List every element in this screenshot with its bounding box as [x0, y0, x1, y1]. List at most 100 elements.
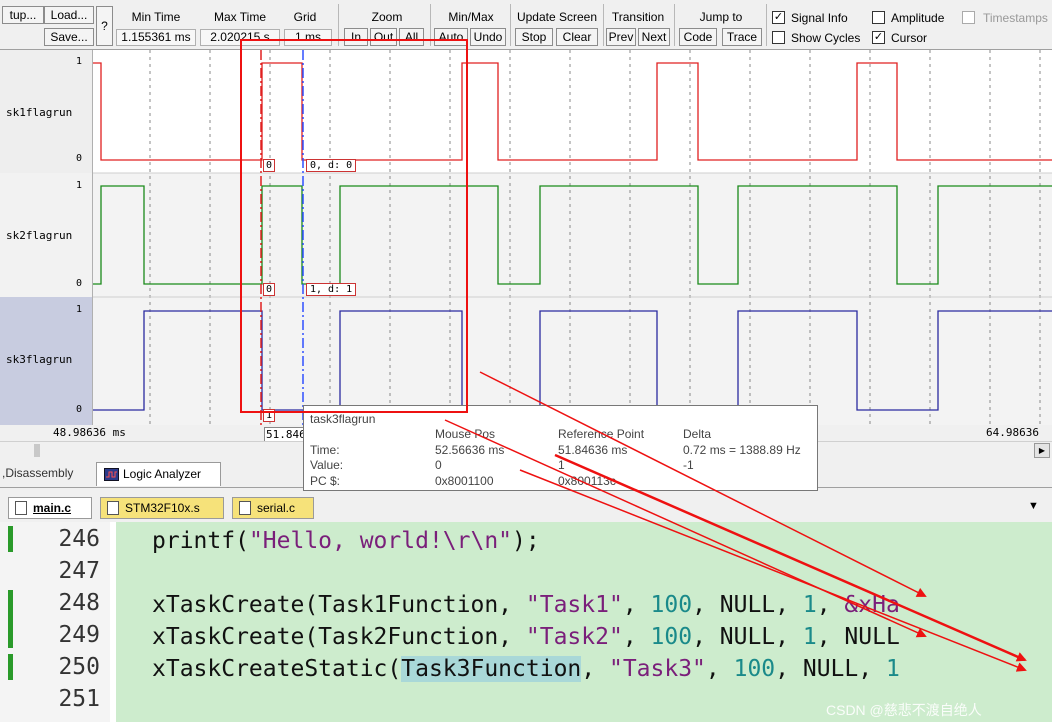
line-number: 250 [58, 654, 100, 680]
tab-dropdown-icon[interactable]: ▼ [1028, 500, 1039, 512]
min-time-label: Min Time [131, 10, 181, 24]
toolbar-separator [674, 4, 675, 46]
logic-analyzer-icon [104, 468, 119, 481]
tooltip-ref-time: 51.84636 ms [558, 443, 628, 457]
tab-logic-analyzer[interactable]: Logic Analyzer [96, 462, 221, 486]
toolbar-separator [430, 4, 431, 46]
level-high-label: 1 [76, 56, 83, 67]
highlighted-identifier: Task3Function [401, 656, 582, 682]
toolbar-separator [603, 4, 604, 46]
tab-label: Disassembly [5, 466, 74, 480]
tooltip-row-time: Time: [310, 443, 340, 457]
jump-to-label: Jump to [699, 10, 743, 24]
code-line: xTaskCreate(Task2Function, "Task2", 100,… [152, 624, 900, 650]
tooltip-row-pc: PC $: [310, 474, 341, 488]
change-marker [8, 654, 13, 680]
minmax-undo-button[interactable]: Undo [470, 28, 506, 46]
signal-waveform [93, 310, 1052, 411]
toolbar-separator [510, 4, 511, 46]
line-number: 249 [58, 622, 100, 648]
watermark: CSDN @慈悲不渡自绝人 [826, 702, 982, 718]
line-number: 247 [58, 558, 100, 584]
tab-disassembly[interactable]: ,Disassembly [2, 466, 73, 480]
zoom-all-button[interactable]: All [399, 28, 424, 46]
max-time-value: 2.020215 s [200, 29, 280, 46]
waveform-plot [93, 50, 1052, 425]
level-high-label: 1 [76, 180, 83, 191]
line-number: 251 [58, 686, 100, 712]
tooltip-title: task3flagrun [310, 412, 376, 426]
cursor-value-box: 0 [263, 159, 276, 172]
level-low-label: 0 [76, 278, 83, 289]
cursor-value-box: 0 [263, 283, 276, 296]
scrollbar-thumb[interactable] [34, 444, 40, 457]
time-left-label: 48.98636 ms [53, 426, 126, 439]
save-button[interactable]: Save... [44, 28, 94, 46]
tooltip-mouse-pc: 0x8001100 [435, 474, 494, 488]
file-tab-label: STM32F10x.s [125, 501, 200, 515]
update-stop-button[interactable]: Stop [515, 28, 553, 46]
file-icon [15, 501, 27, 515]
change-marker [8, 526, 13, 552]
time-cursor-label: 51.846 [264, 427, 308, 442]
file-tab-startup[interactable]: STM32F10x.s [100, 497, 224, 519]
waveform-panel[interactable]: sk1flagrun sk2flagrun sk3flagrun 1 0 1 0… [0, 50, 1052, 425]
tooltip-col-delta: Delta [683, 427, 712, 441]
load-button[interactable]: Load... [44, 6, 94, 24]
tooltip-ref-pc: 0x800113c [558, 474, 616, 488]
marker-value-box: 0, d: 0 [306, 159, 357, 172]
amplitude-checkbox[interactable] [872, 11, 885, 24]
tooltip-mouse-time: 52.56636 ms [435, 443, 505, 457]
zoom-in-button[interactable]: In [344, 28, 368, 46]
signal-waveform [93, 62, 1052, 161]
code-line: xTaskCreateStatic(Task3Function, "Task3"… [152, 656, 900, 682]
tooltip-mouse-value: 0 [435, 458, 442, 472]
transition-prev-button[interactable]: Prev [606, 28, 636, 46]
show-cycles-checkbox[interactable] [772, 31, 785, 44]
cursor-checkbox[interactable]: ✓ [872, 31, 885, 44]
marker-value-box: 1, d: 1 [306, 283, 357, 296]
cursor-value-box: 1 [263, 409, 276, 422]
minmax-auto-button[interactable]: Auto [434, 28, 468, 46]
code-line: xTaskCreate(Task1Function, "Task1", 100,… [152, 592, 900, 618]
tab-label: Logic Analyzer [123, 467, 202, 481]
code-line: printf("Hello, world!\r\n"); [152, 528, 540, 554]
tooltip-delta-time: 0.72 ms = 1388.89 Hz [683, 443, 801, 457]
file-tab-label: main.c [33, 501, 72, 515]
file-tab-main-c[interactable]: main.c [8, 497, 92, 519]
code-editor[interactable]: 246 247 248 249 250 251 printf("Hello, w… [0, 522, 1052, 728]
update-clear-button[interactable]: Clear [556, 28, 598, 46]
logic-analyzer-window: tup... Load... Save... ? Min Time 1.1553… [0, 0, 1052, 728]
transition-label: Transition [611, 10, 665, 24]
timestamps-checkbox[interactable] [962, 11, 975, 24]
file-tab-serial-c[interactable]: serial.c [232, 497, 314, 519]
change-marker [8, 590, 13, 648]
zoom-label: Zoom [371, 10, 403, 24]
editor-file-tabs: main.c STM32F10x.s serial.c ▼ [0, 492, 1052, 522]
help-button[interactable]: ? [96, 6, 113, 46]
file-tab-label: serial.c [257, 501, 296, 515]
jump-code-button[interactable]: Code [679, 28, 717, 46]
grid-label: Grid [293, 10, 317, 24]
signal-waveform [93, 185, 1052, 285]
tooltip-row-value: Value: [310, 458, 344, 472]
minmax-label: Min/Max [448, 10, 494, 24]
scroll-right-icon[interactable]: ▶ [1034, 443, 1050, 458]
level-low-label: 0 [76, 153, 83, 164]
line-number: 246 [58, 526, 100, 552]
line-number: 248 [58, 590, 100, 616]
signal-info-checkbox[interactable]: ✓ [772, 11, 785, 24]
tooltip-ref-value: 1 [558, 458, 565, 472]
amplitude-label: Amplitude [891, 11, 945, 25]
file-icon [107, 501, 119, 515]
zoom-out-button[interactable]: Out [370, 28, 397, 46]
max-time-label: Max Time [213, 10, 266, 24]
jump-trace-button[interactable]: Trace [722, 28, 762, 46]
toolbar-separator [338, 4, 339, 46]
line-number-gutter: 246 247 248 249 250 251 [0, 522, 110, 722]
level-low-label: 0 [76, 404, 83, 415]
setup-button[interactable]: tup... [2, 6, 44, 24]
signal-info-label: Signal Info [791, 11, 848, 25]
transition-next-button[interactable]: Next [638, 28, 670, 46]
tooltip-col-mouse: Mouse Pos [435, 427, 496, 441]
